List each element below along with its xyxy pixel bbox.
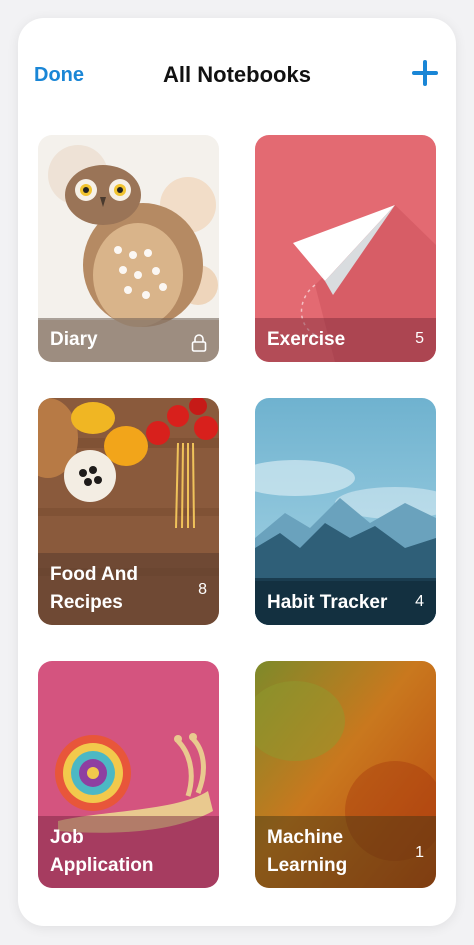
notebook-name: Diary [50,329,98,350]
notebooks-screen: Done All Notebooks Diary Exercise 5 Food… [18,18,456,926]
page-title: All Notebooks [163,62,311,87]
notebook-label-bar: Machine Learning 1 [255,816,436,888]
notebook-card-habit-tracker[interactable]: Habit Tracker 4 [255,398,436,625]
notebook-card-exercise[interactable]: Exercise 5 [255,135,436,362]
page-count: 8 [198,581,207,598]
page-count: 4 [415,593,424,610]
notebook-name: Machine Learning [267,827,348,876]
notebook-name: Habit Tracker [267,592,388,613]
notebook-label-bar: Diary [38,318,219,362]
header-bar: Done All Notebooks [18,60,456,100]
notebook-card-job-application[interactable]: Job Application [38,661,219,888]
plus-icon[interactable] [412,60,438,86]
notebook-label-bar: Exercise 5 [255,318,436,362]
notebook-name: Food And Recipes [50,564,138,613]
lock-icon [191,334,207,352]
notebook-card-diary[interactable]: Diary [38,135,219,362]
notebook-name: Exercise [267,329,346,350]
notebook-card-food-and-recipes[interactable]: Food And Recipes 8 [38,398,219,625]
page-count: 5 [415,330,424,347]
notebook-card-machine-learning[interactable]: Machine Learning 1 [255,661,436,888]
notebook-label-bar: Food And Recipes 8 [38,553,219,625]
notebook-label-bar: Job Application [38,816,219,888]
notebook-name: Job Application [50,827,154,876]
notebook-label-bar: Habit Tracker 4 [255,581,436,625]
page-count: 1 [415,844,424,861]
